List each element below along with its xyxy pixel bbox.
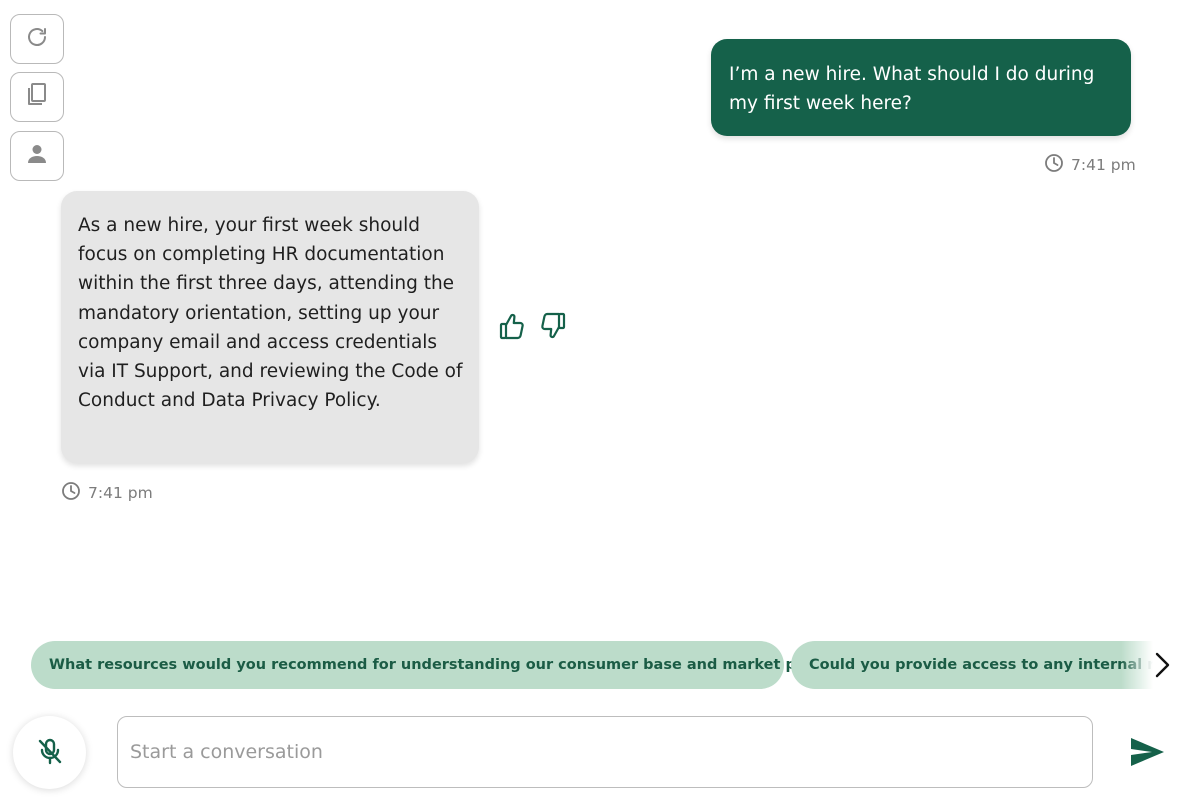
user-icon [25,142,49,170]
send-button[interactable] [1128,735,1166,769]
refresh-icon [25,25,49,53]
timestamp-text: 7:41 pm [1071,156,1136,174]
user-message-bubble: I’m a new hire. What should I do during … [711,39,1131,136]
refresh-button[interactable] [10,14,64,64]
mic-off-icon [35,736,65,770]
clock-icon [61,481,81,505]
thumbs-up-icon [498,311,526,345]
assistant-message-bubble: As a new hire, your first week should fo… [61,191,479,463]
thumbs-down-icon [539,311,567,345]
clock-icon [1044,153,1064,177]
user-message-timestamp: 7:41 pm [1044,153,1136,177]
thumbs-up-button[interactable] [496,311,528,345]
assistant-message-timestamp: 7:41 pm [61,481,153,505]
suggestion-chip[interactable]: Could you provide access to any internal… [791,641,1161,689]
mic-toggle-button[interactable] [13,716,86,789]
chevron-right-icon [1151,652,1173,683]
send-icon [1128,738,1166,773]
thumbs-down-button[interactable] [537,311,569,345]
scroll-right-button[interactable] [1151,651,1173,679]
suggestion-chip[interactable]: What resources would you recommend for u… [31,641,860,689]
user-message-text: I’m a new hire. What should I do during … [729,64,1095,114]
profile-button[interactable] [10,131,64,181]
message-input[interactable] [117,716,1093,788]
timestamp-text: 7:41 pm [88,484,153,502]
assistant-message-text: As a new hire, your first week should fo… [78,215,463,412]
copy-button[interactable] [10,72,64,122]
copy-icon [25,82,49,112]
suggestion-chips: What resources would you recommend for u… [31,641,1161,689]
